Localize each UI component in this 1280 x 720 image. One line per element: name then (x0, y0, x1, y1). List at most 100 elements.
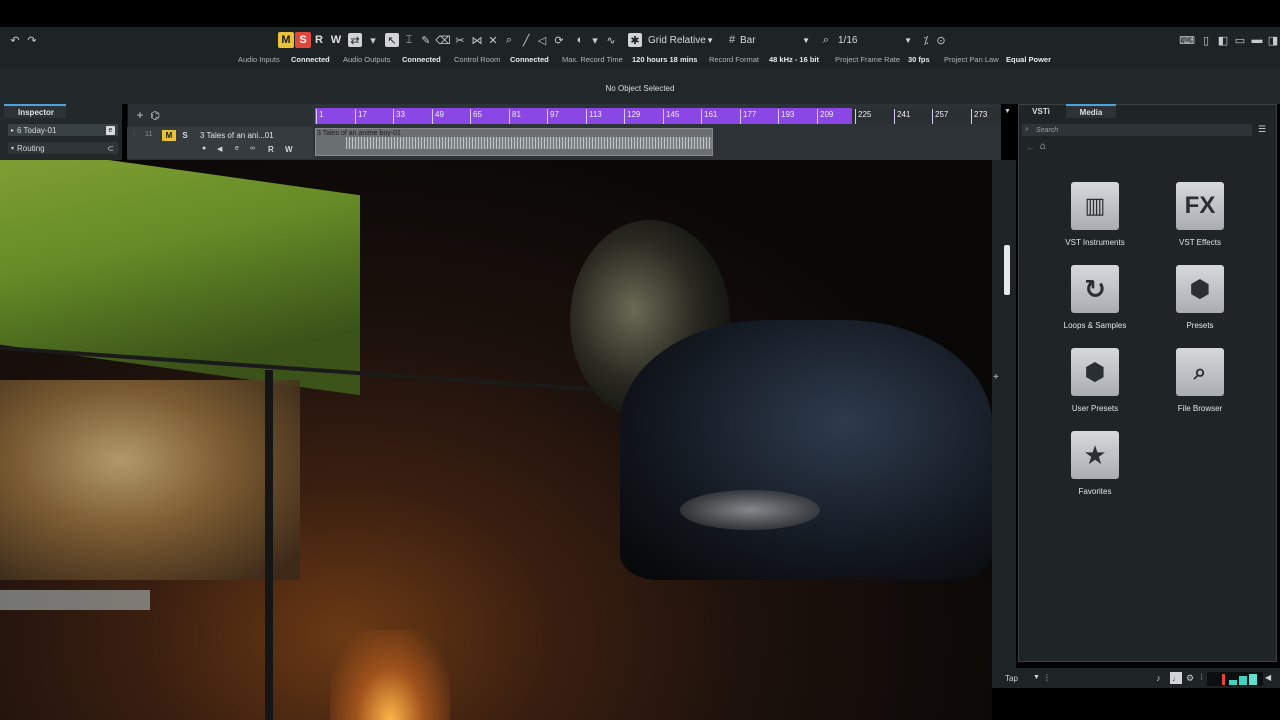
record-enable-icon[interactable]: ● (202, 145, 206, 152)
more-icon[interactable]: ⋮ (1198, 673, 1205, 681)
pan-law-value[interactable]: Equal Power (1006, 55, 1051, 64)
apply-quantize-icon[interactable]: ⊙ (934, 33, 948, 47)
track-number: 11 (145, 131, 153, 138)
more-icon[interactable]: ⋮ (1043, 673, 1051, 682)
meter-bar (1249, 674, 1257, 685)
keyboard-icon[interactable]: ⌨ (1179, 33, 1195, 47)
favorites-tile[interactable]: ★ (1071, 431, 1119, 479)
nudge-icon[interactable]: ◐ (573, 33, 587, 47)
tab-media[interactable]: Media (1066, 104, 1116, 118)
mute-all-button[interactable]: M (278, 32, 294, 48)
back-icon[interactable]: ← (1026, 142, 1035, 152)
layout-bottom-icon[interactable]: ▬ (1250, 33, 1264, 47)
object-selection-tool-icon[interactable]: ↖ (385, 33, 399, 47)
range-tool-icon[interactable]: ⌶ (402, 33, 416, 47)
track-mute-button[interactable]: M (162, 130, 176, 141)
track-solo-button[interactable]: S (179, 130, 191, 141)
settings-gear-icon[interactable]: ⚙ (1186, 673, 1194, 684)
user-presets-tile[interactable]: ⬢ (1071, 348, 1119, 396)
speaker-icon[interactable]: ◁ (535, 33, 549, 47)
monitor-icon[interactable]: ◀ (217, 145, 222, 153)
presets-tile[interactable]: ⬢ (1176, 265, 1224, 313)
record-format-value[interactable]: 48 kHz - 16 bit (769, 55, 819, 64)
ruler-tick-line (432, 109, 433, 124)
left-arrow-icon[interactable]: ◀ (1265, 673, 1271, 682)
star-icon: ★ (1083, 439, 1107, 470)
eraser-icon[interactable]: ⌫ (435, 33, 451, 47)
snap-on-icon[interactable]: ✱ (628, 33, 642, 47)
pencil-icon[interactable]: ✎ (419, 33, 433, 47)
audio-outputs-value[interactable]: Connected (402, 55, 441, 64)
waveform (346, 137, 712, 149)
quantize-ratio-icon[interactable]: ⁒ (919, 33, 933, 47)
chevron-down-icon[interactable]: ▼ (1033, 674, 1040, 681)
menu-icon[interactable]: ☰ (1258, 124, 1266, 135)
vertical-scroll-thumb[interactable] (1004, 245, 1010, 295)
right-edge-panel (992, 160, 1016, 690)
ruler-tick-line (740, 109, 741, 124)
performer-hands (680, 490, 820, 530)
audio-inputs-value[interactable]: Connected (291, 55, 330, 64)
inspector-routing-section[interactable]: ▾ Routing ⊂ (8, 142, 118, 154)
layout-right-icon[interactable]: ◨ (1266, 33, 1280, 47)
ruler-tick-label: 49 (435, 110, 444, 119)
read-automation-button[interactable]: R (311, 32, 327, 48)
chevron-down-icon[interactable]: ▾ (588, 33, 602, 47)
track-type-icon: ⫶ (133, 131, 135, 138)
loops-samples-tile[interactable]: ↻ (1071, 265, 1119, 313)
chevron-down-icon: ▼ (904, 35, 912, 45)
layout-inspector-icon[interactable]: ◧ (1216, 33, 1230, 47)
control-room-value[interactable]: Connected (510, 55, 549, 64)
track-read-button[interactable]: R (268, 145, 274, 154)
tab-vsti[interactable]: VSTi (1022, 104, 1060, 118)
chevron-down-icon[interactable]: ▾ (366, 33, 380, 47)
zoom-icon[interactable]: ⌕ (502, 33, 516, 47)
layout-lower-icon[interactable]: ▭ (1233, 33, 1247, 47)
max-record-time-value: 120 hours 18 mins (632, 55, 698, 64)
undo-icon[interactable]: ↶ (8, 33, 22, 47)
lanes-icon[interactable]: ∞ (250, 145, 255, 152)
click-toggle-icon[interactable]: ♩ (1170, 672, 1182, 684)
layout-left-icon[interactable]: ▯ (1199, 33, 1213, 47)
edit-channel-icon[interactable]: e (235, 145, 239, 152)
add-icon[interactable]: + (993, 372, 999, 383)
ruler-tick-label: 177 (743, 110, 757, 119)
home-icon[interactable]: ⌂ (1040, 141, 1046, 152)
track-name[interactable]: 3 Tales of an ani...01 (200, 131, 274, 140)
pan-law-label: Project Pan Law (944, 55, 999, 64)
track-write-button[interactable]: W (285, 145, 293, 154)
grid-value-dropdown[interactable]: Bar ▼ (736, 32, 814, 48)
grid-type-dropdown[interactable]: Grid Relative ▼ (644, 32, 718, 48)
glue-tool-icon[interactable]: ⋈ (470, 33, 484, 47)
loop-icon: ↻ (1084, 273, 1106, 304)
media-search-input[interactable]: ⌕ Search (1022, 124, 1252, 136)
vst-effects-tile[interactable]: FX (1176, 182, 1224, 230)
solo-all-button[interactable]: S (295, 32, 311, 48)
metronome-icon[interactable]: ♪ (1156, 673, 1161, 683)
ruler-tick-label: 33 (396, 110, 405, 119)
tab-inspector[interactable]: Inspector (4, 104, 66, 118)
timewarp-icon[interactable]: ⟳ (552, 33, 566, 47)
redo-icon[interactable]: ↷ (25, 33, 39, 47)
vst-instruments-tile[interactable]: ▥ (1071, 182, 1119, 230)
autoscroll-icon[interactable]: ⇄ (348, 33, 362, 47)
split-tool-icon[interactable]: ✂ (453, 33, 467, 47)
tap-tempo-button[interactable]: Tap (1005, 674, 1018, 683)
chevron-down-icon[interactable]: ▼ (1004, 108, 1011, 115)
inspector-track-name[interactable]: ▸ 6 Today-01 e (8, 124, 118, 136)
write-automation-button[interactable]: W (328, 32, 344, 48)
frame-rate-value[interactable]: 30 fps (908, 55, 930, 64)
line-tool-icon[interactable]: ╱ (519, 33, 533, 47)
routing-menu-icon[interactable]: ⊂ (107, 144, 114, 153)
snap-toggle-icon[interactable]: ∿ (604, 33, 618, 47)
add-track-icon[interactable]: + (133, 108, 147, 122)
file-browser-tile[interactable]: ⌕ (1176, 348, 1224, 396)
track-filter-icon[interactable]: ⌬ (148, 108, 162, 122)
ruler-tick-label: 225 (858, 110, 872, 119)
vst-effects-label: VST Effects (1179, 238, 1221, 247)
mute-tool-icon[interactable]: ✕ (486, 33, 500, 47)
candle-glow (330, 630, 450, 720)
collapse-icon: ▾ (11, 145, 15, 152)
edit-icon[interactable]: e (106, 125, 115, 135)
quantize-dropdown[interactable]: 1/16 ▼ (834, 32, 916, 48)
